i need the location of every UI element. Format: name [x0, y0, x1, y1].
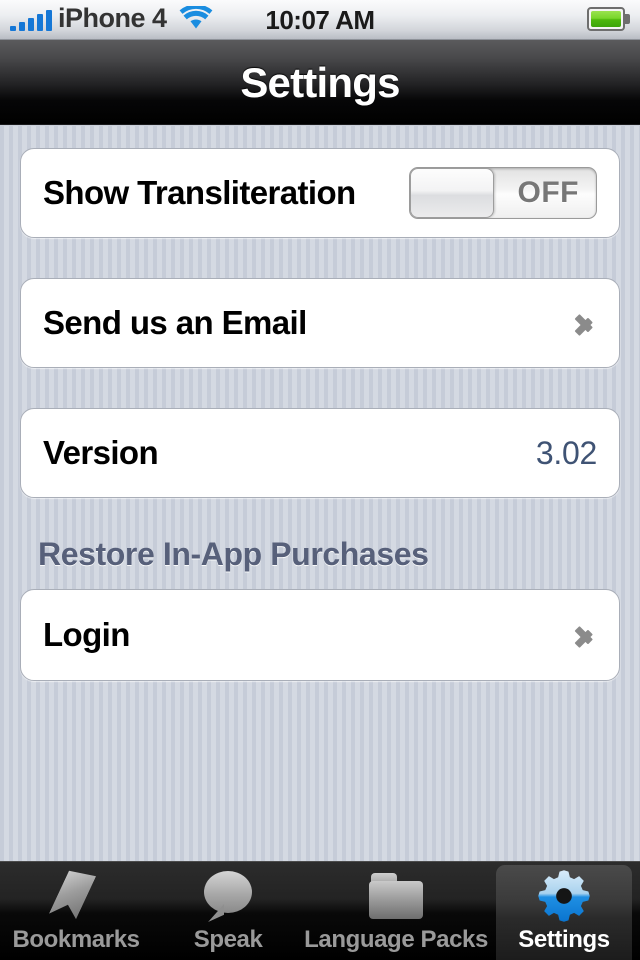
version-value: 3.02 — [535, 434, 597, 471]
page-title: Settings — [240, 59, 400, 106]
row-label-send-us-an-email: Send us an Email — [43, 304, 307, 341]
row-label-version: Version — [43, 434, 159, 471]
tab-language-packs[interactable]: Language Packs — [304, 862, 488, 960]
tab-label-language-packs: Language Packs — [304, 926, 488, 953]
row-login[interactable]: Login — [20, 589, 620, 681]
chevron-right-icon — [575, 618, 595, 652]
chevron-right-icon — [575, 306, 595, 340]
tab-bookmarks[interactable]: Bookmarks — [0, 862, 152, 960]
row-show-transliteration[interactable]: Show Transliteration OFF — [20, 148, 620, 238]
tab-label-speak: Speak — [193, 926, 263, 953]
status-bar: iPhone 4 10:07 AM — [0, 0, 640, 40]
row-label-show-transliteration: Show Transliteration — [43, 174, 356, 211]
folder-icon — [365, 867, 427, 925]
tab-label-bookmarks: Bookmarks — [12, 926, 140, 953]
tab-bar: Bookmarks Speak Language Packs Settings — [0, 861, 640, 960]
speech-bubble-icon — [197, 867, 259, 925]
navigation-bar: Settings — [0, 40, 640, 125]
section-header-restore-in-app-purchases: Restore In-App Purchases — [38, 536, 429, 572]
battery-icon — [587, 7, 631, 31]
bookmark-icon — [45, 867, 107, 925]
status-bar-clock: 10:07 AM — [265, 5, 375, 35]
gear-icon — [533, 867, 595, 925]
show-transliteration-toggle[interactable]: OFF — [409, 167, 597, 219]
toggle-state-label: OFF — [517, 176, 579, 209]
tab-settings[interactable]: Settings — [488, 862, 640, 960]
row-label-login: Login — [43, 616, 130, 653]
row-send-us-an-email[interactable]: Send us an Email — [20, 278, 620, 368]
tab-speak[interactable]: Speak — [152, 862, 304, 960]
tab-label-settings: Settings — [518, 926, 610, 953]
phone-screen: iPhone 4 10:07 AM Settings Show Translit… — [0, 0, 640, 960]
settings-content: Show Transliteration OFF Send us an Emai… — [0, 126, 640, 861]
toggle-knob[interactable] — [410, 168, 494, 218]
row-version: Version 3.02 — [20, 408, 620, 498]
